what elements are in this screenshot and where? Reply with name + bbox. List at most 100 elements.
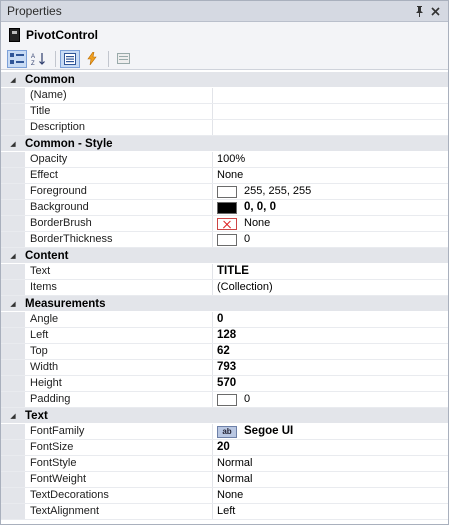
property-row[interactable]: Title — [1, 104, 448, 120]
property-value-cell[interactable]: (Collection) — [213, 280, 448, 295]
category-header[interactable]: ◢ Content — [1, 248, 448, 264]
row-gutter — [1, 360, 25, 375]
title-bar: Properties — [1, 1, 448, 22]
property-value-cell[interactable]: 20 — [213, 440, 448, 455]
row-gutter — [1, 328, 25, 343]
category-name: Measurements — [25, 297, 106, 310]
property-name: Height — [25, 376, 213, 391]
collapse-triangle-icon[interactable]: ◢ — [1, 300, 25, 308]
property-row[interactable]: Angle 0 — [1, 312, 448, 328]
svg-text:A: A — [31, 54, 35, 60]
property-value-cell[interactable]: 128 — [213, 328, 448, 343]
property-row[interactable]: BorderBrush None — [1, 216, 448, 232]
property-name: Title — [25, 104, 213, 119]
events-icon[interactable] — [82, 50, 102, 68]
row-gutter — [1, 456, 25, 471]
property-row[interactable]: FontStyle Normal — [1, 456, 448, 472]
row-gutter — [1, 312, 25, 327]
property-value: Normal — [217, 473, 253, 485]
collapse-triangle-icon[interactable]: ◢ — [1, 140, 25, 148]
category-header[interactable]: ◢ Common - Style — [1, 136, 448, 152]
row-gutter — [1, 88, 25, 103]
property-row[interactable]: (Name) — [1, 88, 448, 104]
category-name: Text — [25, 409, 48, 422]
category-header[interactable]: ◢ Measurements — [1, 296, 448, 312]
property-value-cell[interactable]: 100% — [213, 152, 448, 167]
property-row[interactable]: Foreground 255, 255, 255 — [1, 184, 448, 200]
color-swatch[interactable] — [217, 393, 237, 406]
property-row[interactable]: FontSize 20 — [1, 440, 448, 456]
row-gutter — [1, 488, 25, 503]
category-header[interactable]: ◢ Text — [1, 408, 448, 424]
property-pages-icon[interactable] — [113, 50, 133, 68]
property-value-cell[interactable]: None — [213, 168, 448, 183]
property-row[interactable]: Opacity 100% — [1, 152, 448, 168]
property-row[interactable]: TextAlignment Left — [1, 504, 448, 520]
property-row[interactable]: BorderThickness 0 — [1, 232, 448, 248]
row-gutter — [1, 344, 25, 359]
property-value-cell[interactable]: ab Segoe UI — [213, 424, 448, 439]
property-row[interactable]: Items (Collection) — [1, 280, 448, 296]
category-header[interactable]: ◢ Common — [1, 72, 448, 88]
toolbar-separator — [55, 50, 56, 67]
category-name: Common — [25, 73, 75, 86]
row-gutter — [1, 200, 25, 215]
property-value-cell[interactable]: 62 — [213, 344, 448, 359]
property-name: FontWeight — [25, 472, 213, 487]
property-value: 0, 0, 0 — [244, 201, 276, 213]
properties-icon[interactable] — [60, 49, 80, 68]
close-icon[interactable] — [428, 4, 442, 18]
property-value-cell[interactable]: 0 — [213, 232, 448, 247]
property-value-cell[interactable]: 0 — [213, 312, 448, 327]
toolbar: AZ — [1, 48, 448, 70]
property-row[interactable]: Description — [1, 120, 448, 136]
property-name: Width — [25, 360, 213, 375]
property-value-cell[interactable] — [213, 120, 448, 135]
row-gutter — [1, 120, 25, 135]
property-row[interactable]: Width 793 — [1, 360, 448, 376]
property-row[interactable]: Left 128 — [1, 328, 448, 344]
property-row[interactable]: Effect None — [1, 168, 448, 184]
property-value-cell[interactable]: 793 — [213, 360, 448, 375]
property-row[interactable]: Background 0, 0, 0 — [1, 200, 448, 216]
collapse-triangle-icon[interactable]: ◢ — [1, 76, 25, 84]
color-swatch[interactable] — [217, 233, 237, 246]
property-value-cell[interactable] — [213, 88, 448, 103]
color-swatch[interactable] — [217, 185, 237, 198]
property-name: Padding — [25, 392, 213, 407]
collapse-triangle-icon[interactable]: ◢ — [1, 412, 25, 420]
property-value-cell[interactable]: 0 — [213, 392, 448, 407]
property-row[interactable]: Padding 0 — [1, 392, 448, 408]
property-value-cell[interactable]: TITLE — [213, 264, 448, 279]
row-gutter — [1, 152, 25, 167]
property-row[interactable]: Text TITLE — [1, 264, 448, 280]
property-value-cell[interactable]: 0, 0, 0 — [213, 200, 448, 215]
property-value-cell[interactable]: None — [213, 216, 448, 231]
property-value-cell[interactable] — [213, 104, 448, 119]
property-value-cell[interactable]: Left — [213, 504, 448, 519]
categorized-icon[interactable] — [7, 49, 27, 68]
property-row[interactable]: Top 62 — [1, 344, 448, 360]
color-swatch[interactable] — [217, 201, 237, 214]
property-row[interactable]: FontWeight Normal — [1, 472, 448, 488]
collapse-triangle-icon[interactable]: ◢ — [1, 252, 25, 260]
properties-panel: Properties PivotControl AZ ◢ Common (Name)… — [0, 0, 449, 525]
property-name: FontStyle — [25, 456, 213, 471]
property-row[interactable]: Height 570 — [1, 376, 448, 392]
row-gutter — [1, 440, 25, 455]
property-row[interactable]: FontFamily ab Segoe UI — [1, 424, 448, 440]
sort-alphabetical-icon[interactable]: AZ — [29, 50, 49, 68]
property-value-cell[interactable]: Normal — [213, 456, 448, 471]
property-value-cell[interactable]: 570 — [213, 376, 448, 391]
row-gutter — [1, 104, 25, 119]
object-header: PivotControl — [1, 22, 448, 48]
property-value-cell[interactable]: None — [213, 488, 448, 503]
pin-icon[interactable] — [412, 4, 426, 18]
category-name: Content — [25, 249, 69, 262]
category-name: Common - Style — [25, 137, 113, 150]
property-value-cell[interactable]: 255, 255, 255 — [213, 184, 448, 199]
no-brush-icon[interactable] — [217, 217, 237, 230]
property-value-cell[interactable]: Normal — [213, 472, 448, 487]
property-value: 0 — [244, 393, 251, 405]
property-row[interactable]: TextDecorations None — [1, 488, 448, 504]
